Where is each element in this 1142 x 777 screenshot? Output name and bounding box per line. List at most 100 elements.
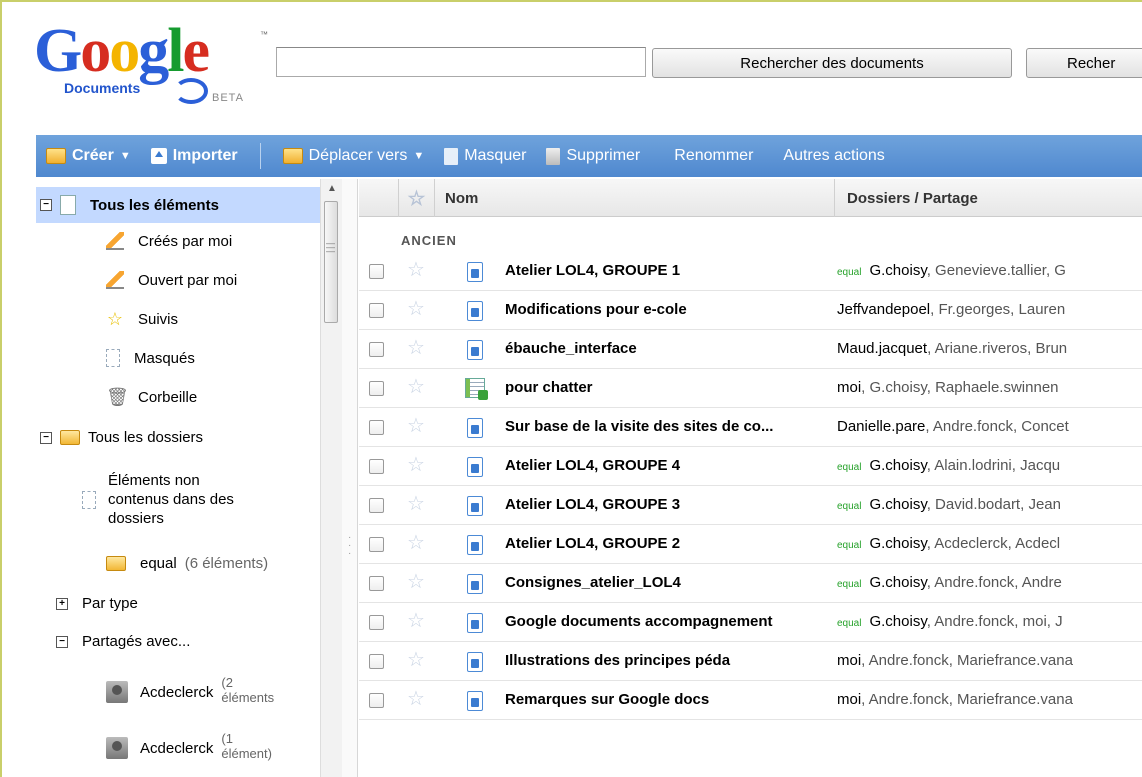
- table-row[interactable]: ☆ Modifications pour e-cole Jeffvandepoel,…: [359, 291, 1142, 330]
- sidebar-item-label: Ouvert par moi: [138, 271, 238, 289]
- collapse-icon[interactable]: −: [40, 431, 52, 444]
- rename-button[interactable]: Renommer: [664, 135, 763, 177]
- document-title[interactable]: ébauche_interface: [505, 340, 837, 357]
- row-checkbox[interactable]: [369, 537, 384, 552]
- search-documents-button[interactable]: Rechercher des documents: [652, 48, 1012, 78]
- sidebar-item-hidden[interactable]: Masqués: [106, 349, 195, 367]
- table-row[interactable]: ☆ ébauche_interface Maud.jacquet, Ariane.r…: [359, 330, 1142, 369]
- sidebar-item-label: Masqués: [134, 349, 195, 367]
- logo-wordmark: Google: [34, 17, 210, 85]
- document-title[interactable]: Atelier LOL4, GROUPE 4: [505, 457, 837, 474]
- scroll-up-icon[interactable]: ▲: [327, 183, 337, 194]
- search-web-button[interactable]: Recher: [1026, 48, 1142, 78]
- star-icon[interactable]: ☆: [407, 299, 425, 319]
- row-checkbox[interactable]: [369, 303, 384, 318]
- move-to-menu-button[interactable]: Déplacer vers ▼: [273, 135, 435, 177]
- folder-tag[interactable]: equal: [837, 462, 861, 473]
- document-title[interactable]: Sur base de la visite des sites de co...: [505, 418, 837, 435]
- sidebar-item-created-by-me[interactable]: Créés par moi: [106, 232, 232, 250]
- table-row[interactable]: ☆ Atelier LOL4, GROUPE 2 equal G.choisy, Ac…: [359, 525, 1142, 564]
- create-menu-button[interactable]: Créer ▼: [36, 135, 141, 177]
- column-header-name[interactable]: Nom: [435, 179, 835, 217]
- sidebar-item-unfiled[interactable]: Éléments non contenus dans des dossiers: [82, 471, 234, 528]
- sidebar-item-trash[interactable]: 🗑 Corbeille: [106, 388, 197, 406]
- row-checkbox[interactable]: [369, 498, 384, 513]
- sidebar-contact[interactable]: Acdeclerck (1 élément): [106, 732, 272, 763]
- collapse-icon[interactable]: −: [56, 635, 68, 648]
- google-docs-logo[interactable]: Google ™ Documents BETA: [34, 16, 274, 106]
- row-checkbox[interactable]: [369, 693, 384, 708]
- sidebar-folder-equal[interactable]: equal (6 éléments): [106, 555, 268, 572]
- sidebar-item-all-items[interactable]: − Tous les éléments: [36, 187, 320, 223]
- grip-icon: — — —: [326, 238, 335, 256]
- row-checkbox[interactable]: [369, 615, 384, 630]
- column-header-folders[interactable]: Dossiers / Partage: [835, 179, 1142, 217]
- expand-icon[interactable]: +: [56, 597, 68, 610]
- row-checkbox[interactable]: [369, 459, 384, 474]
- folder-tag[interactable]: equal: [837, 579, 861, 590]
- star-icon[interactable]: ☆: [407, 338, 425, 358]
- hide-button[interactable]: Masquer: [434, 135, 536, 177]
- toolbar-separator: [259, 143, 261, 169]
- scrollbar-thumb[interactable]: [324, 201, 338, 323]
- document-title[interactable]: Atelier LOL4, GROUPE 1: [505, 262, 837, 279]
- document-title[interactable]: Modifications pour e-cole: [505, 301, 837, 318]
- folder-tag[interactable]: equal: [837, 540, 861, 551]
- folder-tag[interactable]: equal: [837, 267, 861, 278]
- star-icon[interactable]: ☆: [407, 377, 425, 397]
- sidebar-item-all-folders[interactable]: − Tous les dossiers: [40, 429, 203, 446]
- delete-button[interactable]: Supprimer: [536, 135, 650, 177]
- table-row[interactable]: ☆ pour chatter moi, G.choisy, Raphaele.swi…: [359, 369, 1142, 408]
- star-icon[interactable]: ☆: [407, 572, 425, 592]
- row-checkbox[interactable]: [369, 654, 384, 669]
- document-title[interactable]: Atelier LOL4, GROUPE 3: [505, 496, 837, 513]
- sidebar-item-opened-by-me[interactable]: Ouvert par moi: [106, 271, 237, 289]
- table-row[interactable]: ☆ Google documents accompagnement equal G.c…: [359, 603, 1142, 642]
- row-checkbox[interactable]: [369, 420, 384, 435]
- sharer-first: moi: [837, 379, 862, 396]
- sidebar-contact[interactable]: Acdeclerck (2 éléments: [106, 676, 274, 707]
- document-title[interactable]: Atelier LOL4, GROUPE 2: [505, 535, 837, 552]
- folder-tag[interactable]: equal: [837, 618, 861, 629]
- folder-tag[interactable]: equal: [837, 501, 861, 512]
- document-title[interactable]: Illustrations des principes péda: [505, 652, 837, 669]
- row-checkbox[interactable]: [369, 576, 384, 591]
- pencil-icon: [106, 232, 124, 250]
- star-icon[interactable]: ☆: [407, 455, 425, 475]
- sidebar-scrollbar[interactable]: ▲ — — —: [320, 179, 342, 777]
- table-row[interactable]: ☆ Atelier LOL4, GROUPE 3 equal G.choisy, Da…: [359, 486, 1142, 525]
- star-icon[interactable]: ☆: [407, 416, 425, 436]
- document-title[interactable]: Remarques sur Google docs: [505, 691, 837, 708]
- search-input[interactable]: [276, 47, 646, 77]
- sidebar-item-shared-with[interactable]: − Partagés avec...: [56, 633, 190, 650]
- row-checkbox[interactable]: [369, 342, 384, 357]
- import-button[interactable]: Importer: [141, 135, 248, 177]
- table-row[interactable]: ☆ Sur base de la visite des sites de co..…: [359, 408, 1142, 447]
- pane-resizer[interactable]: · · ·: [342, 179, 358, 777]
- sharer-rest: , Fr.georges, Lauren: [930, 301, 1066, 318]
- sidebar-item-label: Corbeille: [138, 388, 198, 406]
- more-actions-button[interactable]: Autres actions: [773, 135, 894, 177]
- star-icon[interactable]: ☆: [407, 650, 425, 670]
- collapse-icon[interactable]: −: [40, 199, 52, 211]
- sidebar-item-by-type[interactable]: + Par type: [56, 595, 138, 612]
- star-icon[interactable]: ☆: [407, 689, 425, 709]
- unfiled-line-1: Éléments non: [108, 472, 200, 489]
- table-row[interactable]: ☆ Illustrations des principes péda moi, An…: [359, 642, 1142, 681]
- star-icon[interactable]: ☆: [407, 533, 425, 553]
- star-icon[interactable]: ☆: [407, 260, 425, 280]
- star-icon[interactable]: ☆: [407, 611, 425, 631]
- row-checkbox[interactable]: [369, 381, 384, 396]
- header-star-column[interactable]: ☆: [399, 179, 435, 217]
- document-title[interactable]: pour chatter: [505, 379, 837, 396]
- table-row[interactable]: ☆ Remarques sur Google docs moi, Andre.fon…: [359, 681, 1142, 720]
- table-row[interactable]: ☆ Atelier LOL4, GROUPE 4 equal G.choisy, Al…: [359, 447, 1142, 486]
- table-row[interactable]: ☆ Consignes_atelier_LOL4 equal G.choisy, An…: [359, 564, 1142, 603]
- star-icon[interactable]: ☆: [407, 494, 425, 514]
- sidebar-item-label: Créés par moi: [138, 232, 233, 250]
- sidebar-item-starred[interactable]: ☆ Suivis: [106, 310, 178, 328]
- document-title[interactable]: Consignes_atelier_LOL4: [505, 574, 837, 591]
- row-checkbox[interactable]: [369, 264, 384, 279]
- table-row[interactable]: ☆ Atelier LOL4, GROUPE 1 equal G.choisy, Ge…: [359, 252, 1142, 291]
- document-title[interactable]: Google documents accompagnement: [505, 613, 837, 630]
